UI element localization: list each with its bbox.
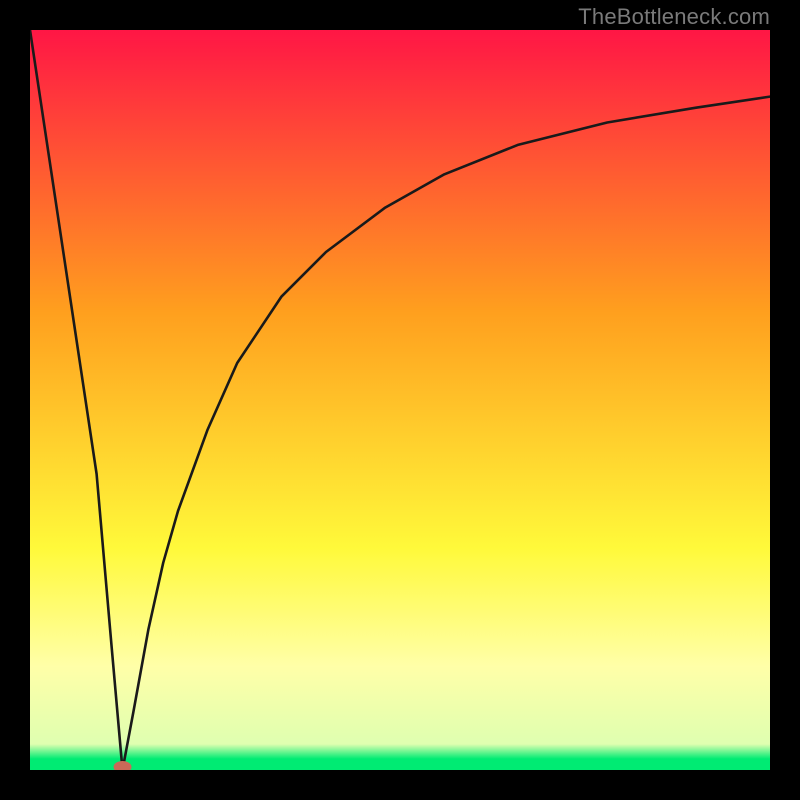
minimum-marker-icon xyxy=(114,761,132,770)
plot-area xyxy=(30,30,770,770)
curve-layer xyxy=(30,30,770,770)
chart-frame: TheBottleneck.com xyxy=(0,0,800,800)
bottleneck-curve xyxy=(30,30,770,770)
watermark-text: TheBottleneck.com xyxy=(578,4,770,30)
